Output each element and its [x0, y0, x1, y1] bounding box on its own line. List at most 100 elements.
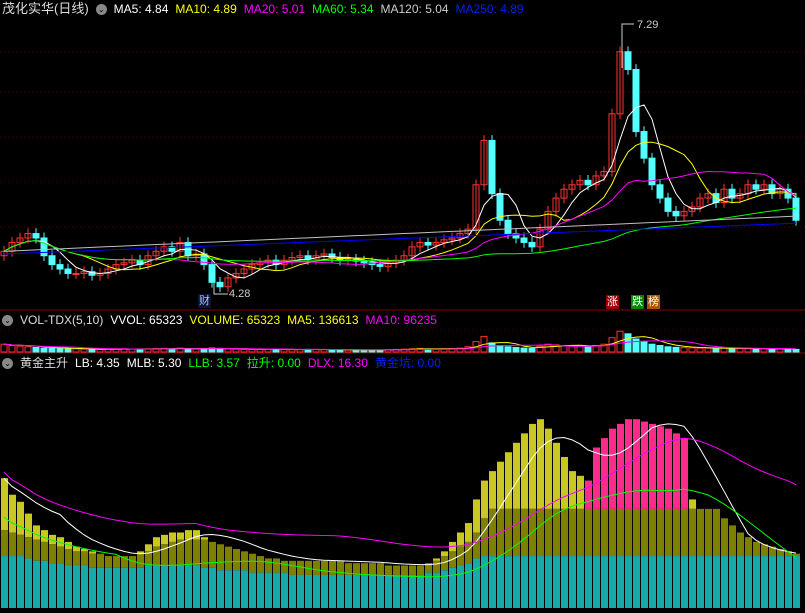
dropdown-icon[interactable]: ⌄ — [2, 358, 13, 370]
candle-body — [224, 277, 232, 288]
indicator-top-bar — [569, 471, 576, 509]
vol-ma5-line — [3, 336, 797, 351]
indicator-mid-bar — [73, 551, 80, 566]
indicator-mid-bar — [305, 560, 312, 575]
volume-bar — [568, 345, 576, 353]
indicator-mid-bar — [553, 508, 560, 557]
indicator-base-bar — [409, 574, 416, 608]
limit-down-marker[interactable]: 跌 — [631, 295, 644, 309]
indicator-top-bar — [585, 480, 592, 509]
indicator-top-bar — [145, 544, 152, 552]
indicator-base-bar — [129, 567, 136, 608]
indicator-base-bar — [105, 567, 112, 608]
indicator-mid-bar — [529, 508, 536, 557]
indicator-base-bar — [217, 570, 224, 608]
indicator-mid-bar — [57, 546, 64, 564]
volume-bar — [56, 347, 64, 353]
indicator-mid-bar — [513, 508, 520, 557]
dlx-label: DLX: 16.30 — [307, 356, 368, 370]
candle-body — [488, 139, 496, 195]
volume-bar — [224, 348, 232, 353]
volume-bar — [776, 348, 784, 353]
indicator-top-bar — [169, 532, 176, 542]
candle-body — [480, 139, 488, 186]
indicator-base-bar — [49, 563, 56, 608]
volume-bar — [584, 345, 592, 353]
candle-body — [408, 246, 416, 257]
indicator-base-bar — [577, 556, 584, 608]
indicator-base-bar — [153, 565, 160, 608]
volume-bar — [304, 348, 312, 353]
llb-label: LLB: 3.57 — [188, 356, 240, 370]
candle-body — [768, 184, 776, 195]
indicator-base-bar — [81, 565, 88, 608]
indicator-mid-bar — [105, 556, 112, 568]
indicator-base-bar — [121, 567, 128, 608]
candle-body — [528, 241, 536, 248]
finance-marker[interactable]: 财 — [198, 294, 211, 308]
candle-body — [136, 259, 144, 266]
indicator-top-bar — [177, 532, 184, 540]
ls-label: 拉升: 0.00 — [246, 356, 301, 370]
indicator-mid-bar — [337, 560, 344, 575]
volume-bar — [64, 348, 72, 353]
ranking-marker[interactable]: 榜 — [647, 295, 660, 309]
indicator-base-bar — [41, 560, 48, 608]
candle-body — [248, 264, 256, 270]
indicator-mid-bar — [81, 551, 88, 566]
dropdown-icon[interactable]: ⌄ — [2, 315, 13, 327]
volume-bar — [400, 348, 408, 353]
indicator-top-bar — [153, 537, 160, 547]
stock-chart[interactable] — [0, 0, 805, 613]
candle-body — [144, 255, 152, 266]
candle-body — [400, 255, 408, 261]
candle-body — [368, 262, 376, 266]
indicator-mid-bar — [641, 508, 648, 557]
vol-name: VOL-TDX(5,10) — [20, 313, 104, 327]
stock-title: 茂化实华(日线) — [2, 1, 89, 16]
indicator-mid-bar — [353, 563, 360, 575]
volume-bar — [48, 347, 56, 353]
indicator-mid-bar — [465, 541, 472, 564]
indicator-base-bar — [633, 556, 640, 608]
indicator-mid-bar — [97, 553, 104, 568]
dropdown-icon[interactable]: ⌄ — [95, 4, 107, 16]
volume-bar — [592, 345, 600, 353]
indicator-top-bar — [1, 478, 8, 531]
indicator-mid-bar — [593, 508, 600, 557]
indicator-mid-bar — [601, 508, 608, 557]
candle-body — [32, 233, 40, 239]
indicator-base-bar — [233, 570, 240, 608]
candle-body — [336, 257, 344, 261]
candle-body — [592, 175, 600, 186]
indicator-base-bar — [665, 556, 672, 608]
indicator-mid-bar — [113, 556, 120, 568]
indicator-mid-bar — [489, 508, 496, 557]
indicator-mid-bar — [417, 565, 424, 575]
indicator-top-bar — [481, 480, 488, 519]
indicator-mid-bar — [313, 560, 320, 575]
volume-bar — [368, 349, 376, 353]
indicator-base-bar — [617, 556, 624, 608]
candle-body — [0, 250, 8, 257]
indicator-top-bar — [657, 426, 664, 509]
indicator-base-bar — [241, 570, 248, 608]
indicator-base-bar — [401, 574, 408, 608]
volume-bar — [664, 346, 672, 353]
indicator-base-bar — [97, 567, 104, 608]
indicator-mid-bar — [705, 508, 712, 557]
indicator-base-bar — [521, 556, 528, 608]
limit-up-marker[interactable]: 涨 — [606, 295, 619, 309]
indicator-base-bar — [161, 565, 168, 608]
indicator-top-bar — [137, 551, 144, 554]
candle-body — [424, 241, 432, 246]
indicator-base-bar — [329, 574, 336, 608]
candle-body — [784, 188, 792, 199]
volume-bar — [376, 349, 384, 353]
indicator-mid-bar — [689, 508, 696, 557]
indicator-mid-bar — [609, 508, 616, 557]
indicator-base-bar — [673, 556, 680, 608]
indicator-top-bar — [41, 530, 48, 542]
indicator-mid-bar — [217, 544, 224, 571]
indicator-mid-bar — [721, 518, 728, 557]
